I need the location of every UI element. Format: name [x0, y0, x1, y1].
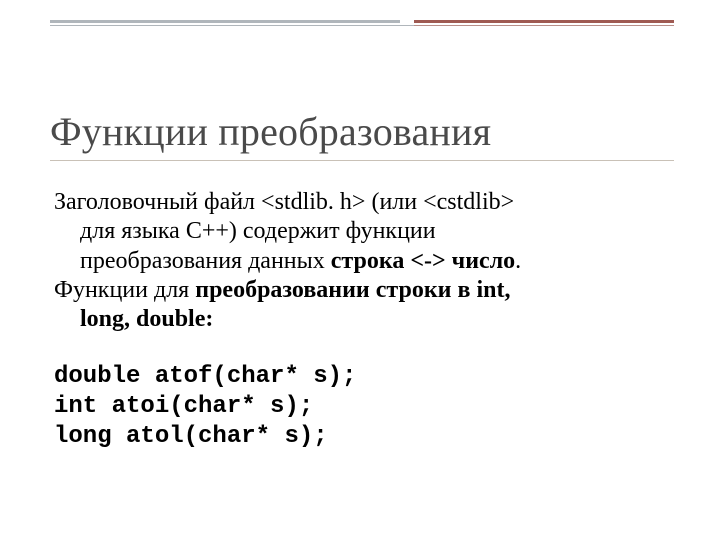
paragraph-2: Функции для преобразовании строки в int,… — [54, 276, 660, 335]
p2-line1a: Функции для — [54, 277, 195, 303]
p2-line2: long, double: — [80, 306, 213, 332]
p1-line3c: . — [515, 248, 521, 274]
top-divider-right — [414, 20, 674, 23]
title-underline — [50, 160, 674, 161]
top-divider — [50, 20, 674, 26]
top-divider-left — [50, 20, 400, 23]
p2-line1b: преобразовании строки в int, — [195, 277, 510, 303]
code-line-1: double atof(char* s); — [54, 362, 660, 392]
p1-line1: Заголовочный файл <stdlib. h> (или <cstd… — [54, 189, 514, 215]
p1-line3a: преобразования данных — [80, 248, 331, 274]
p1-line3b: строка <-> число — [331, 248, 515, 274]
code-line-2: int atoi(char* s); — [54, 392, 660, 422]
p1-line2: для языка C++) содержит функции — [80, 218, 436, 244]
top-divider-thin-right — [414, 25, 674, 26]
slide-title: Функции преобразования — [50, 108, 491, 155]
slide: Функции преобразования Заголовочный файл… — [0, 0, 720, 540]
paragraph-1: Заголовочный файл <stdlib. h> (или <cstd… — [54, 188, 660, 276]
code-block: double atof(char* s); int atoi(char* s);… — [54, 362, 660, 452]
slide-body: Заголовочный файл <stdlib. h> (или <cstd… — [54, 188, 660, 452]
code-line-3: long atol(char* s); — [54, 422, 660, 452]
